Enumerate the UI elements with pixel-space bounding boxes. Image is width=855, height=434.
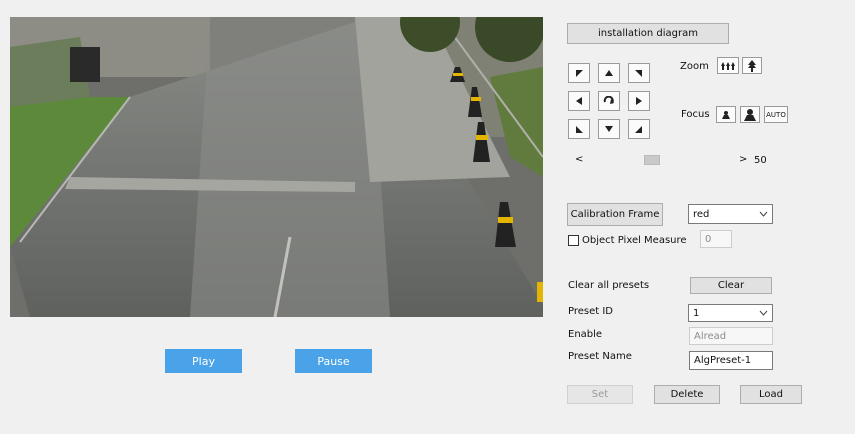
person-large-icon (744, 108, 756, 121)
calibration-color-value: red (693, 208, 710, 220)
pan-left-button[interactable] (568, 91, 590, 111)
play-button[interactable]: Play (165, 349, 242, 373)
arrow-up-left-icon (576, 70, 583, 77)
installation-diagram-button[interactable]: installation diagram (567, 23, 729, 44)
preset-id-value: 1 (693, 307, 700, 319)
focus-label: Focus (681, 109, 710, 120)
pan-up-button[interactable] (598, 63, 620, 83)
pan-down-button[interactable] (598, 119, 620, 139)
arrow-left-icon (576, 97, 582, 105)
camera-feed-image (10, 17, 543, 317)
focus-far-button[interactable] (740, 106, 760, 123)
rotate-icon (603, 96, 614, 104)
chevron-down-icon (759, 310, 768, 316)
pan-down-left-button[interactable] (568, 119, 590, 139)
object-pixel-label: Object Pixel Measure (582, 235, 687, 246)
arrow-down-icon (605, 126, 613, 132)
preset-id-select[interactable]: 1 (688, 304, 773, 322)
calibration-color-select[interactable]: red (688, 204, 773, 224)
slider-value: 50 (754, 155, 767, 166)
arrow-down-left-icon (576, 126, 583, 133)
object-pixel-checkbox[interactable] (568, 235, 579, 246)
pan-up-right-button[interactable] (628, 63, 650, 83)
enable-label: Enable (568, 329, 603, 340)
pan-down-right-button[interactable] (628, 119, 650, 139)
pan-reset-button[interactable] (598, 91, 620, 111)
slider-decrease[interactable]: < (575, 154, 583, 165)
video-view[interactable] (10, 17, 543, 317)
zoom-in-icon (748, 59, 756, 72)
focus-near-button[interactable] (716, 106, 736, 123)
arrow-up-icon (605, 70, 613, 76)
clear-presets-button[interactable]: Clear (690, 277, 772, 294)
delete-preset-button[interactable]: Delete (654, 385, 720, 404)
zoom-label: Zoom (680, 61, 709, 72)
load-preset-button[interactable]: Load (740, 385, 802, 404)
chevron-down-icon (759, 211, 768, 217)
zoom-out-button[interactable] (717, 57, 739, 74)
preset-name-label: Preset Name (568, 351, 632, 362)
arrow-right-icon (636, 97, 642, 105)
preset-name-input[interactable]: AlgPreset-1 (689, 351, 773, 370)
speed-slider-thumb[interactable] (643, 155, 660, 165)
pause-button[interactable]: Pause (295, 349, 372, 373)
zoom-out-icon (721, 61, 735, 70)
focus-auto-button[interactable]: AUTO (764, 106, 788, 123)
enable-field[interactable]: Alread (689, 327, 773, 345)
arrow-up-right-icon (635, 70, 642, 77)
person-small-icon (722, 110, 730, 119)
calibration-frame-button[interactable]: Calibration Frame (567, 203, 663, 226)
pan-up-left-button[interactable] (568, 63, 590, 83)
set-preset-button[interactable]: Set (567, 385, 633, 404)
zoom-in-button[interactable] (742, 57, 762, 74)
arrow-down-right-icon (635, 126, 642, 133)
pixel-value-field[interactable]: 0 (700, 230, 732, 248)
preset-id-label: Preset ID (568, 306, 614, 317)
slider-increase[interactable]: > (739, 154, 747, 165)
pan-right-button[interactable] (628, 91, 650, 111)
clear-all-presets-label: Clear all presets (568, 280, 650, 291)
